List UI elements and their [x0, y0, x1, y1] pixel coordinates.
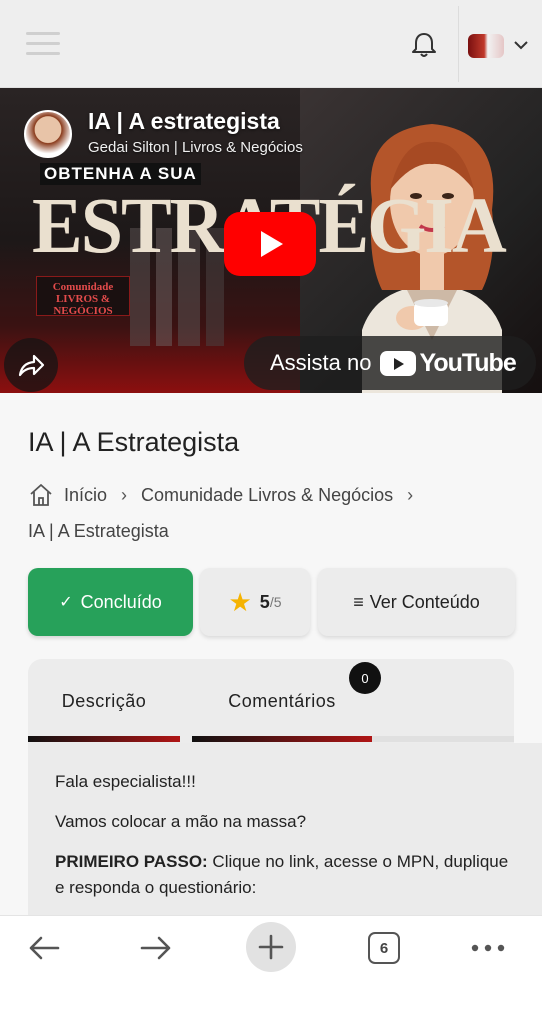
youtube-logo: YouTube — [379, 348, 517, 378]
hamburger-icon[interactable] — [26, 30, 60, 58]
completed-button[interactable]: ✓ Concluído — [28, 568, 193, 636]
video-channel-name[interactable]: Gedai Silton | Livros & Negócios — [88, 139, 303, 156]
completed-label: Concluído — [80, 591, 162, 612]
youtube-play-icon — [379, 350, 416, 376]
chevron-down-icon[interactable] — [512, 38, 530, 52]
tab-comments[interactable]: Comentários — [192, 659, 372, 743]
step-label: PRIMEIRO PASSO: — [55, 852, 208, 871]
brand-avatar[interactable] — [468, 34, 504, 58]
forward-arrow-icon[interactable] — [136, 928, 176, 968]
watch-on-youtube-button[interactable]: Assista no YouTube — [244, 336, 536, 390]
rating-value: 5 — [259, 591, 270, 612]
tab-comments-indicator — [192, 736, 372, 742]
tabs-switcher-button[interactable]: 6 — [366, 928, 402, 968]
share-button[interactable] — [4, 338, 58, 392]
breadcrumb: Início › Comunidade Livros & Negócios › … — [28, 477, 518, 549]
home-icon[interactable] — [28, 482, 54, 508]
list-icon: ≡ — [353, 591, 364, 612]
tab-bar: Descrição Comentários 0 — [28, 659, 514, 743]
lesson-content: IA | A Estrategista Início › Comunidade … — [0, 393, 542, 915]
view-content-button[interactable]: ≡ Ver Conteúdo — [318, 568, 515, 636]
description-line: Fala especialista!!! — [55, 772, 196, 791]
video-title[interactable]: IA | A estrategista — [88, 108, 280, 135]
tab-track — [372, 736, 514, 742]
star-icon: ★ — [228, 586, 252, 617]
check-icon: ✓ — [59, 594, 73, 611]
rating-max: /5 — [269, 594, 282, 610]
breadcrumb-home[interactable]: Início — [64, 477, 107, 513]
video-player[interactable]: IA | A estrategista Gedai Silton | Livro… — [0, 88, 542, 393]
more-options-icon[interactable] — [468, 928, 508, 968]
browser-bottom-nav: 6 — [0, 915, 542, 1024]
tab-description[interactable]: Descrição — [28, 659, 180, 743]
watch-on-label: Assista no — [270, 350, 372, 375]
top-bar — [0, 0, 542, 88]
topbar-divider — [458, 6, 459, 82]
thumbnail-brand-logo: Comunidade LIVROS & NEGÓCIOS — [36, 276, 130, 317]
description-panel: Fala especialista!!! Vamos colocar a mão… — [28, 743, 542, 915]
tab-description-indicator — [28, 736, 180, 742]
breadcrumb-current: IA | A Estrategista — [28, 521, 169, 541]
play-button[interactable] — [224, 212, 316, 276]
channel-avatar[interactable] — [24, 110, 72, 158]
view-content-label: Ver Conteúdo — [369, 591, 480, 612]
breadcrumb-community[interactable]: Comunidade Livros & Negócios — [141, 477, 393, 513]
page-title: IA | A Estrategista — [28, 427, 240, 457]
new-tab-plus-icon[interactable] — [246, 922, 296, 972]
tab-count: 6 — [368, 932, 400, 964]
rating-button[interactable]: ★ 5 /5 — [200, 568, 310, 636]
chevron-right-icon: › — [121, 485, 128, 505]
bell-icon[interactable] — [404, 28, 444, 62]
youtube-wordmark: YouTube — [419, 348, 517, 377]
description-line: Vamos colocar a mão na massa? — [55, 812, 307, 831]
play-icon — [261, 231, 283, 257]
share-arrow-icon — [18, 354, 45, 377]
comments-count-badge: 0 — [349, 662, 381, 694]
back-arrow-icon[interactable] — [24, 928, 64, 968]
chevron-right-icon: › — [407, 485, 414, 505]
description-step: PRIMEIRO PASSO: Clique no link, acesse o… — [55, 849, 514, 901]
